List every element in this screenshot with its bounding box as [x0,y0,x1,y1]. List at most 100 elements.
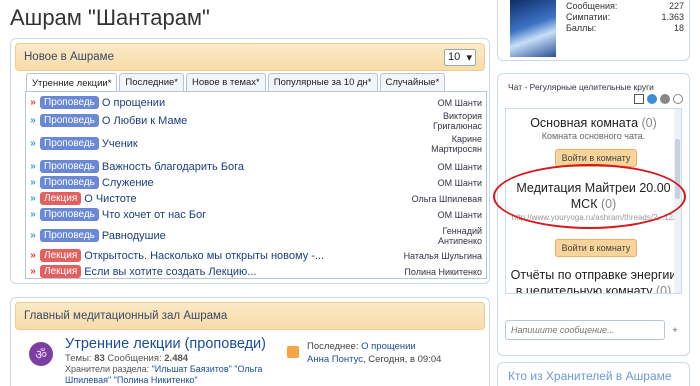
tab-random[interactable]: Случайные* [379,73,446,91]
read-arrow-icon: » [30,230,36,241]
room-count: (0) [655,284,672,294]
rooms-icon[interactable] [647,94,657,104]
thread-list: » Проповедь О прощении ОМ Шанти » Пропов… [25,91,487,279]
stat-messages: Сообщения: 227 [566,1,684,11]
room-name[interactable]: Отчёты по отправке энергии в целительную… [506,267,681,294]
last-post: Последнее: О прощении Анна Понтус, Сегод… [307,341,442,365]
unread-arrow-icon: » [30,97,36,108]
prefix-badge[interactable]: Проповедь [40,137,99,150]
last-post-label: Последнее: [307,341,359,352]
topics-label: Темы: [65,353,92,364]
tab-new-in-threads[interactable]: Новое в темах* [185,73,266,91]
room-count: (0) [641,116,657,130]
last-post-author[interactable]: Анна Понтус [307,354,363,365]
stat-points: Баллы: 18 [566,23,684,33]
new-in-ashram-header: Новое в Ашраме 10 ▾ [15,43,485,71]
room-name-text[interactable]: Медитация Майтреи 20.00 МСК [516,181,670,211]
forum-stats: Темы: 83 Сообщения: 2.484 [65,353,188,364]
thread-title[interactable]: О Любви к Маме [102,115,187,127]
room-name-text[interactable]: Отчёты по отправке энергии в целительную… [511,268,677,293]
popout-icon[interactable] [634,94,644,104]
keepers-label: Хранители раздела: [65,364,150,374]
items-count-select[interactable]: 10 ▾ [444,48,476,66]
thread-author[interactable]: Геннадий Антипенко [426,226,482,246]
stat-value[interactable]: 227 [669,1,684,11]
forum-title[interactable]: Утренние лекции (проповеди) [65,336,266,352]
prefix-badge[interactable]: Проповедь [40,208,99,221]
thread-row[interactable]: » Лекция Открытость. Насколько мы открыт… [26,249,486,262]
stat-value[interactable]: 1.363 [661,12,684,22]
thread-author[interactable]: ОМ Шанти [438,178,482,188]
prefix-badge[interactable]: Лекция [40,249,82,262]
prefix-badge[interactable]: Лекция [40,192,82,205]
thread-title[interactable]: О Чистоте [84,193,136,205]
messages-count: 2.484 [164,353,189,364]
thread-row[interactable]: » Проповедь Ученик Карине Мартиросян [26,134,486,154]
thread-row[interactable]: » Проповедь О прощении ОМ Шанти [26,96,486,109]
thread-title[interactable]: Открытость. Насколько мы открыты новому … [84,250,324,262]
last-post-time: Сегодня, в 09:04 [368,354,442,365]
rooms-scrollbar[interactable] [674,109,681,293]
page-title: Ашрам "Шантарам" [10,5,210,30]
thread-author[interactable]: Полина Никитенко [404,267,482,277]
prefix-badge[interactable]: Проповедь [40,229,99,242]
thread-title[interactable]: Важность благодарить Бога [102,161,244,173]
thread-row[interactable]: » Лекция Если вы хотите создать Лекцию..… [26,265,486,278]
new-in-ashram-block: Новое в Ашраме 10 ▾ Утренние лекции* Пос… [10,38,490,284]
items-count-value: 10 [448,51,461,63]
main-hall-title[interactable]: Главный медитационный зал Ашрама [24,310,227,322]
chevron-down-icon: ▾ [466,51,472,64]
read-arrow-icon: » [30,193,36,204]
main-hall-block: Главный медитационный зал Ашрама ॐ Утрен… [10,297,490,386]
thread-author[interactable]: ОМ Шанти [438,98,482,108]
thread-row[interactable]: » Проповедь Равнодушие Геннадий Антипенк… [26,226,486,246]
om-icon: ॐ [29,342,53,366]
prefix-badge[interactable]: Проповедь [40,176,99,189]
prefix-badge[interactable]: Проповедь [40,160,99,173]
room-name-text[interactable]: Основная комната [530,116,638,130]
thread-title[interactable]: Служение [102,177,154,189]
thread-author[interactable]: ОМ Шанти [438,210,482,220]
thread-row[interactable]: » Проповедь О Любви к Маме Виктория Григ… [26,111,486,131]
avatar[interactable] [510,0,556,57]
thread-title[interactable]: Ученик [102,138,138,150]
thread-title[interactable]: Если вы хотите создать Лекцию... [84,266,256,278]
prefix-badge[interactable]: Лекция [40,265,82,278]
chat-title: Чат - Регулярные целительные круги [508,82,654,92]
prefix-badge[interactable]: Проповедь [40,96,99,109]
thread-row[interactable]: » Лекция О Чистоте Ольга Шпилевая [26,192,486,205]
tab-morning-lectures[interactable]: Утренние лекции* [26,73,118,92]
last-post-title[interactable]: О прощении [361,341,416,352]
thread-row[interactable]: » Проповедь Важность благодарить Бога ОМ… [26,160,486,173]
stat-value[interactable]: 18 [674,23,684,33]
chat-message-input[interactable] [505,320,665,340]
thread-tabs: Утренние лекции* Последние* Новое в тема… [26,73,447,92]
enter-room-button[interactable]: Войти в комнату [555,149,637,167]
thread-title[interactable]: Что хочет от нас Бог [102,209,206,221]
read-arrow-icon: » [30,115,36,126]
room-desc: http://www.youryoga.ru/ashram/threads/2.… [511,213,676,222]
room-name[interactable]: Медитация Майтреи 20.00 МСК (0) [506,180,681,212]
scrollbar-thumb[interactable] [675,139,680,199]
thread-title[interactable]: О прощении [102,97,165,109]
settings-icon[interactable] [660,94,670,104]
rss-icon[interactable] [287,346,299,358]
room-name[interactable]: Основная комната (0) [506,115,681,131]
stat-label: Симпатии: [566,12,611,22]
topics-count: 83 [94,353,105,364]
thread-author[interactable]: ОМ Шанти [438,162,482,172]
enter-room-button[interactable]: Войти в комнату [555,239,637,257]
send-button[interactable]: + [668,321,682,339]
prefix-badge[interactable]: Проповедь [40,114,99,127]
chat-tools [634,94,683,104]
tab-popular-10-days[interactable]: Популярные за 10 дн* [267,73,378,91]
thread-row[interactable]: » Проповедь Служение ОМ Шанти [26,176,486,189]
collapse-icon[interactable] [673,94,683,104]
tab-latest[interactable]: Последние* [119,73,184,91]
thread-author[interactable]: Ольга Шпилевая [412,194,482,204]
thread-row[interactable]: » Проповедь Что хочет от нас Бог ОМ Шант… [26,208,486,221]
thread-author[interactable]: Виктория Григалюнас [426,111,482,131]
thread-title[interactable]: Равнодушие [102,230,166,242]
thread-author[interactable]: Наталья Шульгина [404,251,482,261]
thread-author[interactable]: Карине Мартиросян [426,134,482,154]
